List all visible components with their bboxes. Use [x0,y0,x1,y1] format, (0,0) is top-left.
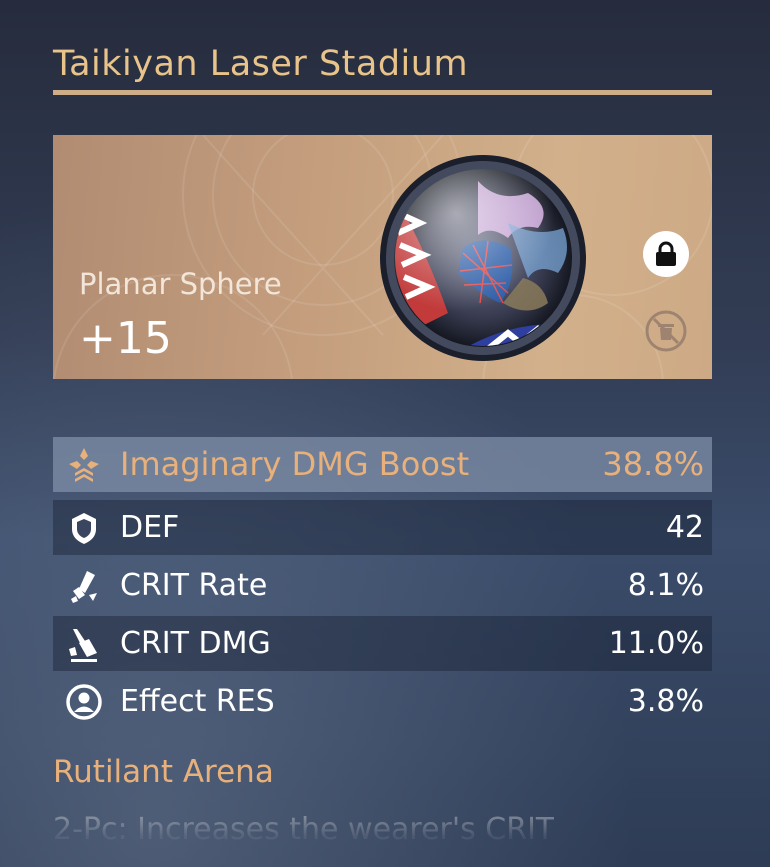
sub-stat-value: 11.0% [608,626,704,661]
trash-icon [645,310,687,352]
title-underline [53,90,712,95]
sphere-icon [380,155,586,361]
sub-stat-row: Effect RES 3.8% [53,674,712,729]
sub-stat-value: 3.8% [627,684,704,719]
effect-res-icon [66,684,102,720]
lock-button[interactable] [643,231,689,277]
imaginary-icon [69,448,99,482]
set-name: Rutilant Arena [53,754,274,790]
sub-stat-value: 8.1% [627,568,704,603]
main-stat-value: 38.8% [602,445,704,483]
card-level: +15 [79,313,172,364]
main-stat-row: Imaginary DMG Boost 38.8% [53,437,712,492]
main-stat-label: Imaginary DMG Boost [120,445,470,483]
discard-button[interactable] [644,309,688,353]
sub-stat-value: 42 [665,510,704,545]
crit-rate-icon [71,571,97,603]
sub-stat-row: CRIT DMG 11.0% [53,616,712,671]
sub-stat-label: CRIT Rate [120,568,268,603]
shield-icon [72,513,96,544]
sub-stat-row: DEF 42 [53,500,712,555]
sub-stat-label: DEF [120,510,180,545]
relic-card: Planar Sphere +15 [53,135,712,379]
card-type: Planar Sphere [79,267,282,301]
lock-icon [656,241,676,266]
sub-stat-label: Effect RES [120,684,275,719]
sub-stat-label: CRIT DMG [120,626,271,661]
crit-dmg-icon [69,629,97,662]
sub-stat-row: CRIT Rate 8.1% [53,558,712,613]
relic-title: Taikiyan Laser Stadium [53,44,469,84]
set-description: 2-Pc: Increases the wearer's CRIT [53,812,555,847]
